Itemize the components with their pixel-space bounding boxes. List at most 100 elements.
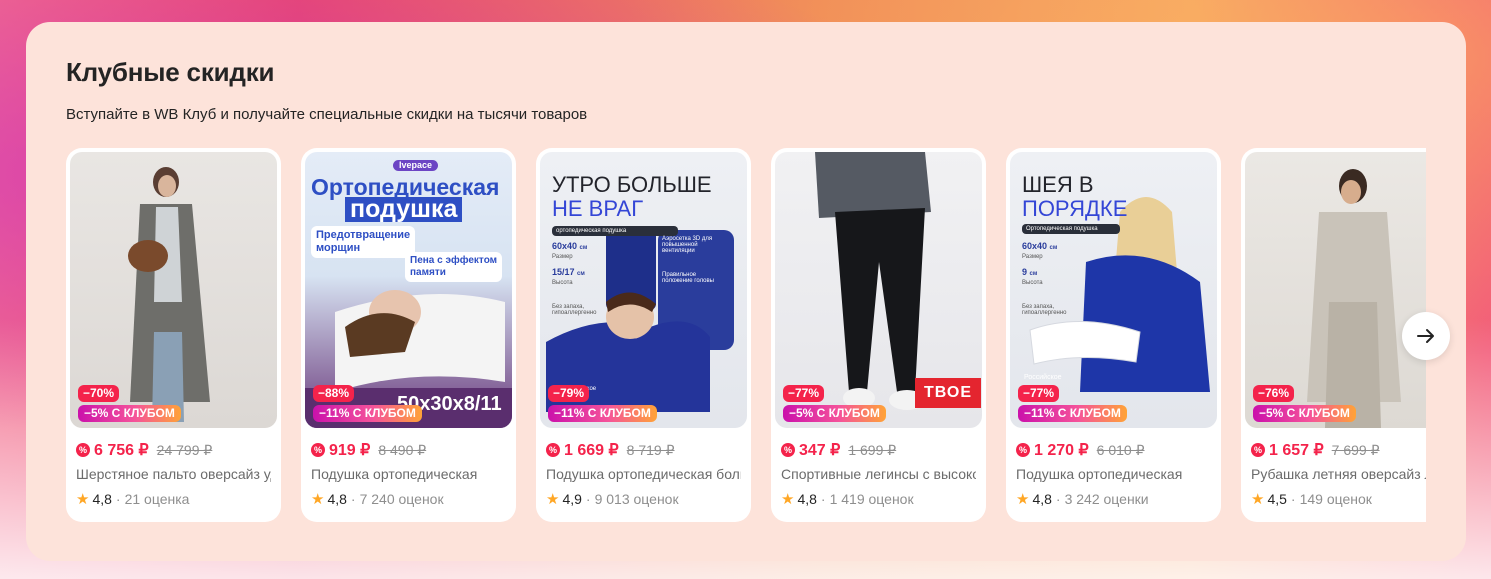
image-made: Российское [1024, 374, 1062, 381]
image-feature: Правильное положение головы [662, 272, 714, 284]
product-name[interactable]: Подушка ортопедическая [311, 466, 506, 482]
image-hypo: Без запаха, гипоаллергенно [552, 304, 597, 316]
discount-badge: −77% [783, 385, 825, 402]
product-card[interactable]: УТРО БОЛЬШЕ НЕ ВРАГ ортопедическая подуш… [536, 148, 751, 522]
image-headline: УТРО БОЛЬШЕ [552, 172, 712, 197]
image-searchbar: ортопедическая подушка [552, 226, 678, 236]
rating-value: 4,8 [797, 491, 817, 507]
product-name[interactable]: Шерстяное пальто оверсайз удлиненное [76, 466, 271, 482]
product-card[interactable]: ТВОЕ −77% −5% С КЛУБОМ % 347 ₽ 1 699 ₽ С… [771, 148, 986, 522]
image-hypo: Без запаха, гипоаллергенно [1022, 304, 1067, 316]
image-height-label: Высота [1022, 280, 1043, 286]
price-row: % 347 ₽ 1 699 ₽ [781, 439, 896, 461]
percent-icon: % [76, 443, 90, 457]
old-price: 24 799 ₽ [156, 441, 213, 458]
club-discount-badge: −5% С КЛУБОМ [783, 405, 886, 422]
product-image[interactable]: УТРО БОЛЬШЕ НЕ ВРАГ ортопедическая подуш… [540, 152, 747, 428]
separator-dot: · [1055, 491, 1061, 507]
product-image[interactable]: Ivepace Ортопедическая подушка Предотвра… [305, 152, 512, 428]
percent-icon: % [781, 443, 795, 457]
price-row: % 1 657 ₽ 7 699 ₽ [1251, 439, 1380, 461]
star-icon: ★ [546, 491, 560, 508]
discount-badge: −70% [78, 385, 120, 402]
separator-dot: · [350, 491, 356, 507]
image-size-label: Размер [1022, 254, 1043, 260]
price: 1 270 ₽ [1034, 442, 1089, 459]
image-headline: ПОРЯДКЕ [1022, 196, 1128, 221]
rating-value: 4,9 [562, 491, 582, 507]
price: 1 657 ₽ [1269, 442, 1324, 459]
separator-dot: · [1290, 491, 1296, 507]
separator-dot: · [115, 491, 121, 507]
rating-value: 4,8 [92, 491, 112, 507]
discount-badge: −88% [313, 385, 355, 402]
club-discount-badge: −11% С КЛУБОМ [1018, 405, 1127, 422]
image-height-label: Высота [552, 280, 573, 286]
product-image[interactable]: ТВОЕ −77% −5% С КЛУБОМ [775, 152, 982, 428]
product-card[interactable]: −70% −5% С КЛУБОМ % 6 756 ₽ 24 799 ₽ Шер… [66, 148, 281, 522]
price: 919 ₽ [329, 442, 371, 459]
rating-row: ★ 4,8 · 7 240 оценок [311, 490, 444, 508]
reviews-count: 21 оценка [124, 491, 190, 507]
rating-row: ★ 4,8 · 1 419 оценок [781, 490, 914, 508]
discount-badge: −76% [1253, 385, 1295, 402]
percent-icon: % [311, 443, 325, 457]
reviews-count: 7 240 оценок [359, 491, 444, 507]
image-feature: Предотвращение морщин [311, 226, 416, 259]
price-row: % 6 756 ₽ 24 799 ₽ [76, 439, 212, 461]
product-card[interactable]: −76% −5% С КЛУБОМ % 1 657 ₽ 7 699 ₽ Руба… [1241, 148, 1426, 522]
image-headline: НЕ ВРАГ [552, 196, 644, 221]
product-name[interactable]: Спортивные легинсы с высокой талией [781, 466, 976, 482]
star-icon: ★ [311, 491, 325, 508]
product-image[interactable]: −76% −5% С КЛУБОМ [1245, 152, 1426, 428]
percent-icon: % [1251, 443, 1265, 457]
price-row: % 919 ₽ 8 490 ₽ [311, 439, 426, 461]
product-card[interactable]: ШЕЯ В ПОРЯДКЕ Ортопедическая подушка 60х… [1006, 148, 1221, 522]
rating-row: ★ 4,9 · 9 013 оценок [546, 490, 679, 508]
old-price: 1 699 ₽ [848, 441, 897, 458]
club-discount-badge: −11% С КЛУБОМ [548, 405, 657, 422]
price-row: % 1 669 ₽ 8 719 ₽ [546, 439, 675, 461]
separator-dot: · [820, 491, 826, 507]
product-name[interactable]: Рубашка летняя оверсайз льняная [1251, 466, 1426, 482]
discount-badge: −79% [548, 385, 590, 402]
product-name[interactable]: Подушка ортопедическая [1016, 466, 1211, 482]
price: 347 ₽ [799, 442, 841, 459]
rating-row: ★ 4,8 · 3 242 оценки [1016, 490, 1149, 508]
brand-logo: ТВОЕ [915, 378, 982, 408]
reviews-count: 149 оценок [1299, 491, 1372, 507]
reviews-count: 9 013 оценок [594, 491, 679, 507]
image-size: 60х40 см [552, 241, 588, 252]
rating-row: ★ 4,8 · 21 оценка [76, 490, 189, 508]
image-headline: подушка [345, 197, 463, 222]
product-card[interactable]: Ivepace Ортопедическая подушка Предотвра… [301, 148, 516, 522]
percent-icon: % [546, 443, 560, 457]
club-discount-badge: −11% С КЛУБОМ [313, 405, 422, 422]
rating-value: 4,5 [1267, 491, 1287, 507]
rating-value: 4,8 [1032, 491, 1052, 507]
product-image[interactable]: ШЕЯ В ПОРЯДКЕ Ортопедическая подушка 60х… [1010, 152, 1217, 428]
image-size-label: Размер [552, 254, 573, 260]
club-discount-badge: −5% С КЛУБОМ [1253, 405, 1356, 422]
reviews-count: 1 419 оценок [829, 491, 914, 507]
discount-badge: −77% [1018, 385, 1060, 402]
price: 6 756 ₽ [94, 442, 149, 459]
star-icon: ★ [1251, 491, 1265, 508]
image-height: 15/17 см [552, 267, 585, 278]
image-headline: ШЕЯ В [1022, 172, 1094, 197]
image-feature: Аэросетка 3D для повышенной вентиляции [662, 236, 713, 254]
product-name[interactable]: Подушка ортопедическая большая [546, 466, 741, 482]
price-row: % 1 270 ₽ 6 010 ₽ [1016, 439, 1145, 461]
carousel-next-button[interactable] [1402, 312, 1450, 360]
image-feature: Пена с эффектом памяти [405, 252, 503, 282]
product-image[interactable]: −70% −5% С КЛУБОМ [70, 152, 277, 428]
separator-dot: · [585, 491, 591, 507]
rating-value: 4,8 [327, 491, 347, 507]
percent-icon: % [1016, 443, 1030, 457]
star-icon: ★ [1016, 491, 1030, 508]
old-price: 8 490 ₽ [378, 441, 427, 458]
star-icon: ★ [76, 491, 90, 508]
image-size: 60х40 см [1022, 241, 1058, 252]
image-brand: Ivepace [393, 160, 439, 171]
product-carousel: −70% −5% С КЛУБОМ % 6 756 ₽ 24 799 ₽ Шер… [26, 22, 1426, 561]
